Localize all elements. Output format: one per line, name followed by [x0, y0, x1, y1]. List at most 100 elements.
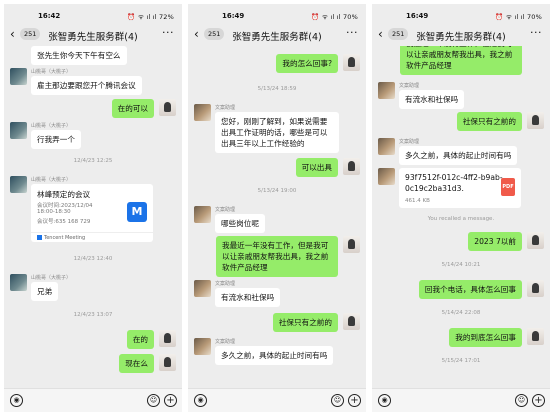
tencent-meeting-icon: [37, 235, 42, 240]
file-name: 93f7512f-012c-4ff2-b9ab-0c19c2ba31d3.: [405, 173, 503, 193]
avatar[interactable]: [343, 54, 360, 71]
avatar[interactable]: [378, 168, 395, 185]
meeting-card[interactable]: 林峰预定的会议 会议时间:2023/12/04 18:00-18:30 会议号:…: [31, 184, 153, 242]
file-attachment[interactable]: 93f7512f-012c-4ff2-b9ab-0c19c2ba31d3. 46…: [399, 168, 521, 208]
chat-panel-3: 16:49 ⏰ ᯤ ıl ıl 70% ‹ 251 张智勇先生服务群(4) ··…: [372, 4, 550, 412]
message-bubble[interactable]: 我最近一年没有工作，但是我可以让亲戚朋友帮我出具，我之前软件产品经理: [400, 46, 522, 75]
message-list[interactable]: 我的怎么回事? 5/13/24 18:59 文案助理 您好，刚刚了解到，如果说需…: [188, 46, 366, 388]
message-bubble[interactable]: 可以出具: [295, 158, 338, 177]
avatar[interactable]: [527, 280, 544, 297]
message-bubble[interactable]: 社保只有之前的: [272, 313, 338, 332]
sender-name: 文案助理: [215, 105, 236, 111]
message-list[interactable]: 我最近一年没有工作，但是我可以让亲戚朋友帮我出具，我之前软件产品经理 文案助理 …: [372, 46, 550, 388]
avatar[interactable]: [378, 138, 395, 155]
avatar[interactable]: [159, 99, 176, 116]
avatar[interactable]: [194, 206, 211, 223]
avatar[interactable]: [378, 82, 395, 99]
timestamp: 12/4/23 13:07: [73, 312, 113, 318]
chat-title: 张智勇先生服务群(4): [416, 32, 506, 43]
avatar[interactable]: [159, 354, 176, 371]
message-bubble[interactable]: 行我弄一个: [31, 130, 81, 149]
avatar[interactable]: [527, 232, 544, 249]
message-bubble[interactable]: 我最近一年没有工作，但是我可以让亲戚朋友帮我出具，我之前软件产品经理: [216, 236, 338, 277]
avatar[interactable]: [10, 176, 27, 193]
avatar[interactable]: [194, 338, 211, 355]
message-bubble[interactable]: 回我个电话，具体怎么回事: [418, 280, 522, 299]
message-bubble[interactable]: 哪些岗位呢: [215, 214, 265, 233]
chat-header: ‹ 251 张智勇先生服务群(4) ···: [372, 24, 550, 46]
avatar[interactable]: [194, 280, 211, 297]
status-bar: 16:49 ⏰ ᯤ ıl ıl 70%: [372, 4, 550, 22]
avatar[interactable]: [527, 328, 544, 345]
status-bar: 16:49 ⏰ ᯤ ıl ıl 70%: [188, 4, 366, 22]
chat-panel-2: 16:49 ⏰ ᯤ ıl ıl 70% ‹ 251 张智勇先生服务群(4) ··…: [188, 4, 366, 412]
status-bar: 16:42 ⏰ ᯤ ıl ıl 72%: [4, 4, 182, 22]
meeting-footer-label: Tencent Meeting: [44, 235, 86, 241]
avatar[interactable]: [343, 236, 360, 253]
more-icon[interactable]: ···: [346, 26, 358, 39]
avatar[interactable]: [159, 330, 176, 347]
plus-icon[interactable]: +: [532, 394, 545, 407]
timestamp: 12/4/23 12:40: [73, 256, 113, 262]
more-icon[interactable]: ···: [530, 26, 542, 39]
sender-name: 文案助理: [399, 139, 420, 145]
plus-icon[interactable]: +: [348, 394, 361, 407]
pdf-icon: PDF: [501, 178, 515, 196]
status-icons: ⏰ ᯤ ıl ıl 70%: [495, 13, 542, 21]
status-time: 16:49: [222, 12, 245, 20]
voice-icon[interactable]: ◉: [378, 394, 391, 407]
message-bubble[interactable]: 有流水和社保吗: [399, 90, 465, 109]
input-bar: ◉ ☺ +: [372, 388, 550, 412]
sender-name: 文案助理: [215, 281, 236, 287]
more-icon[interactable]: ···: [162, 26, 174, 39]
avatar[interactable]: [527, 112, 544, 129]
status-time: 16:42: [38, 12, 61, 20]
sender-name: 山桃哥（大桃子）: [31, 177, 72, 183]
chat-panel-1: 16:42 ⏰ ᯤ ıl ıl 72% ‹ 251 张智勇先生服务群(4) ··…: [4, 4, 182, 412]
message-bubble[interactable]: 雇主那边要跟您开个腾讯会议: [31, 76, 142, 95]
message-bubble[interactable]: 在的: [126, 330, 154, 349]
message-bubble[interactable]: 在的可以: [111, 99, 154, 118]
message-bubble[interactable]: 我的到底怎么回事: [449, 328, 522, 347]
avatar[interactable]: [194, 104, 211, 121]
sender-name: 山桃哥（大桃子）: [31, 123, 72, 129]
emoji-icon[interactable]: ☺: [147, 394, 160, 407]
voice-icon[interactable]: ◉: [10, 394, 23, 407]
avatar[interactable]: [343, 313, 360, 330]
message-bubble[interactable]: 我的怎么回事?: [276, 54, 338, 73]
meeting-footer: Tencent Meeting: [31, 232, 153, 242]
message-bubble[interactable]: 多久之前，具体的起止时间有吗: [215, 346, 334, 365]
avatar[interactable]: [10, 122, 27, 139]
sender-name: 文案助理: [215, 339, 236, 345]
sender-name: 山桃哥（大桃子）: [31, 275, 72, 281]
emoji-icon[interactable]: ☺: [331, 394, 344, 407]
meeting-time: 会议时间:2023/12/04: [37, 203, 93, 209]
message-list[interactable]: 张先生你今天下午有空么 山桃哥（大桃子） 雇主那边要跟您开个腾讯会议 在的可以 …: [4, 46, 182, 388]
input-bar: ◉ ☺ +: [4, 388, 182, 412]
message-bubble[interactable]: 现在么: [119, 354, 154, 373]
sender-name: 文案助理: [399, 83, 420, 89]
message-bubble[interactable]: 兄弟: [31, 282, 59, 301]
meeting-title: 林峰预定的会议: [37, 190, 91, 199]
file-size: 461.4 KB: [405, 198, 430, 204]
message-bubble[interactable]: 2023 7以前: [468, 232, 522, 251]
message-bubble[interactable]: 有流水和社保吗: [215, 288, 281, 307]
recall-notice: You recalled a message.: [427, 216, 495, 222]
timestamp: 5/14/24 22:08: [441, 310, 481, 316]
chat-title: 张智勇先生服务群(4): [232, 32, 322, 43]
plus-icon[interactable]: +: [164, 394, 177, 407]
avatar[interactable]: [343, 158, 360, 175]
message-bubble[interactable]: 您好，刚刚了解到，如果说需要出具工作证明的话，哪些是可以出具三年以上工作经验的: [215, 112, 339, 153]
timestamp: 5/14/24 10:21: [441, 262, 481, 268]
message-bubble[interactable]: 多久之前，具体的起止时间有吗: [399, 146, 518, 165]
message-bubble[interactable]: 社保只有之前的: [456, 112, 522, 131]
avatar[interactable]: [10, 68, 27, 85]
timestamp: 5/15/24 17:01: [441, 358, 481, 364]
emoji-icon[interactable]: ☺: [515, 394, 528, 407]
avatar[interactable]: [10, 274, 27, 291]
meeting-time-range: 18:00-18:30: [37, 209, 71, 215]
message-bubble[interactable]: 张先生你今天下午有空么: [31, 46, 127, 65]
voice-icon[interactable]: ◉: [194, 394, 207, 407]
chat-title: 张智勇先生服务群(4): [48, 32, 138, 43]
input-bar: ◉ ☺ +: [188, 388, 366, 412]
